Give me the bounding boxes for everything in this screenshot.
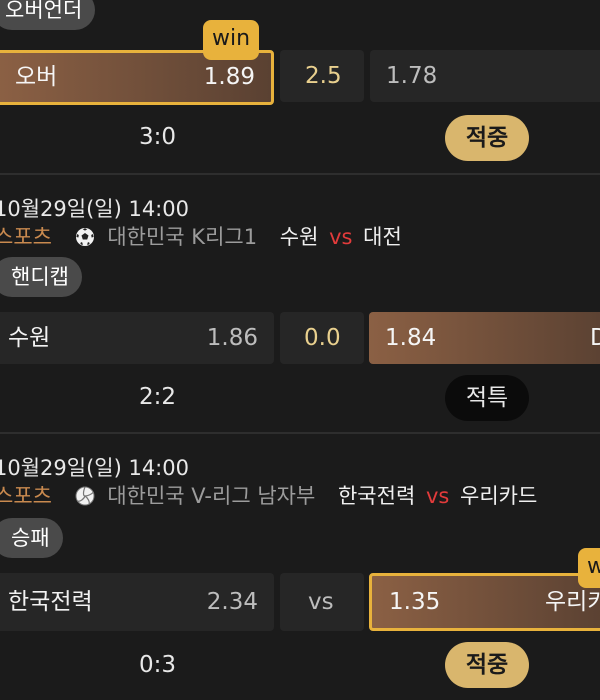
- bet-option-under[interactable]: 1.78 언: [370, 50, 600, 102]
- option-odds: 1.84: [385, 325, 437, 351]
- away-team: 대전: [363, 225, 402, 249]
- market-label-over-under: 오버언더: [0, 0, 96, 30]
- bet-option-away[interactable]: 1.84 D: [369, 312, 600, 364]
- bet-option-home[interactable]: 수원 1.86: [0, 312, 274, 364]
- away-team: 우리카드: [460, 484, 538, 508]
- bet-option-away[interactable]: 1.35 우리카: [369, 573, 600, 631]
- result-badge-hit: 적중: [445, 115, 529, 161]
- match-info: 스포츠 대한민국 K리그1 수원 vs 대전: [0, 221, 402, 251]
- league-name: 대한민국 V-리그 남자부: [107, 484, 316, 508]
- bet-option-home[interactable]: 한국전력 2.34: [0, 573, 274, 631]
- option-label: D: [590, 325, 600, 351]
- vs-label: vs: [425, 484, 450, 508]
- middle-vs: vs: [280, 573, 364, 631]
- market-label-win-loss: 승패: [0, 518, 63, 558]
- league-name: 대한민국 K리그1: [107, 225, 258, 249]
- option-odds: 1.35: [389, 589, 441, 615]
- win-badge: win: [203, 20, 260, 60]
- match-score: 2:2: [139, 384, 177, 410]
- option-odds: 1.89: [203, 64, 255, 90]
- option-label: 오버: [15, 64, 58, 90]
- match-score: 3:0: [139, 124, 177, 150]
- sport-category: 스포츠: [0, 484, 52, 508]
- match-date: 10월29일(일) 14:00: [0, 456, 189, 480]
- option-odds: 1.78: [386, 63, 438, 89]
- option-label: 수원: [8, 325, 51, 351]
- home-team: 한국전력: [337, 484, 416, 508]
- match-info: 스포츠 대한민국 V-리그 남자부 한국전력 vs 우리카드: [0, 480, 537, 510]
- option-odds: 1.86: [206, 325, 258, 351]
- section-divider: [0, 173, 600, 175]
- win-badge: w: [578, 548, 600, 588]
- market-label-handicap: 핸디캡: [0, 257, 82, 297]
- match-date: 10월29일(일) 14:00: [0, 197, 189, 221]
- handicap-value: 0.0: [280, 312, 364, 364]
- soccer-ball-icon: [75, 228, 94, 246]
- result-badge-hit: 적중: [445, 642, 529, 688]
- volleyball-icon: [75, 486, 95, 506]
- vs-label: vs: [329, 225, 353, 249]
- option-label: 한국전력: [8, 589, 93, 615]
- result-badge-special: 적특: [445, 375, 529, 421]
- sport-category: 스포츠: [0, 225, 52, 249]
- option-odds: 2.34: [206, 589, 258, 615]
- match-score: 0:3: [139, 652, 177, 678]
- handicap-value: 2.5: [280, 50, 364, 102]
- home-team: 수원: [279, 225, 319, 249]
- section-divider: [0, 432, 600, 434]
